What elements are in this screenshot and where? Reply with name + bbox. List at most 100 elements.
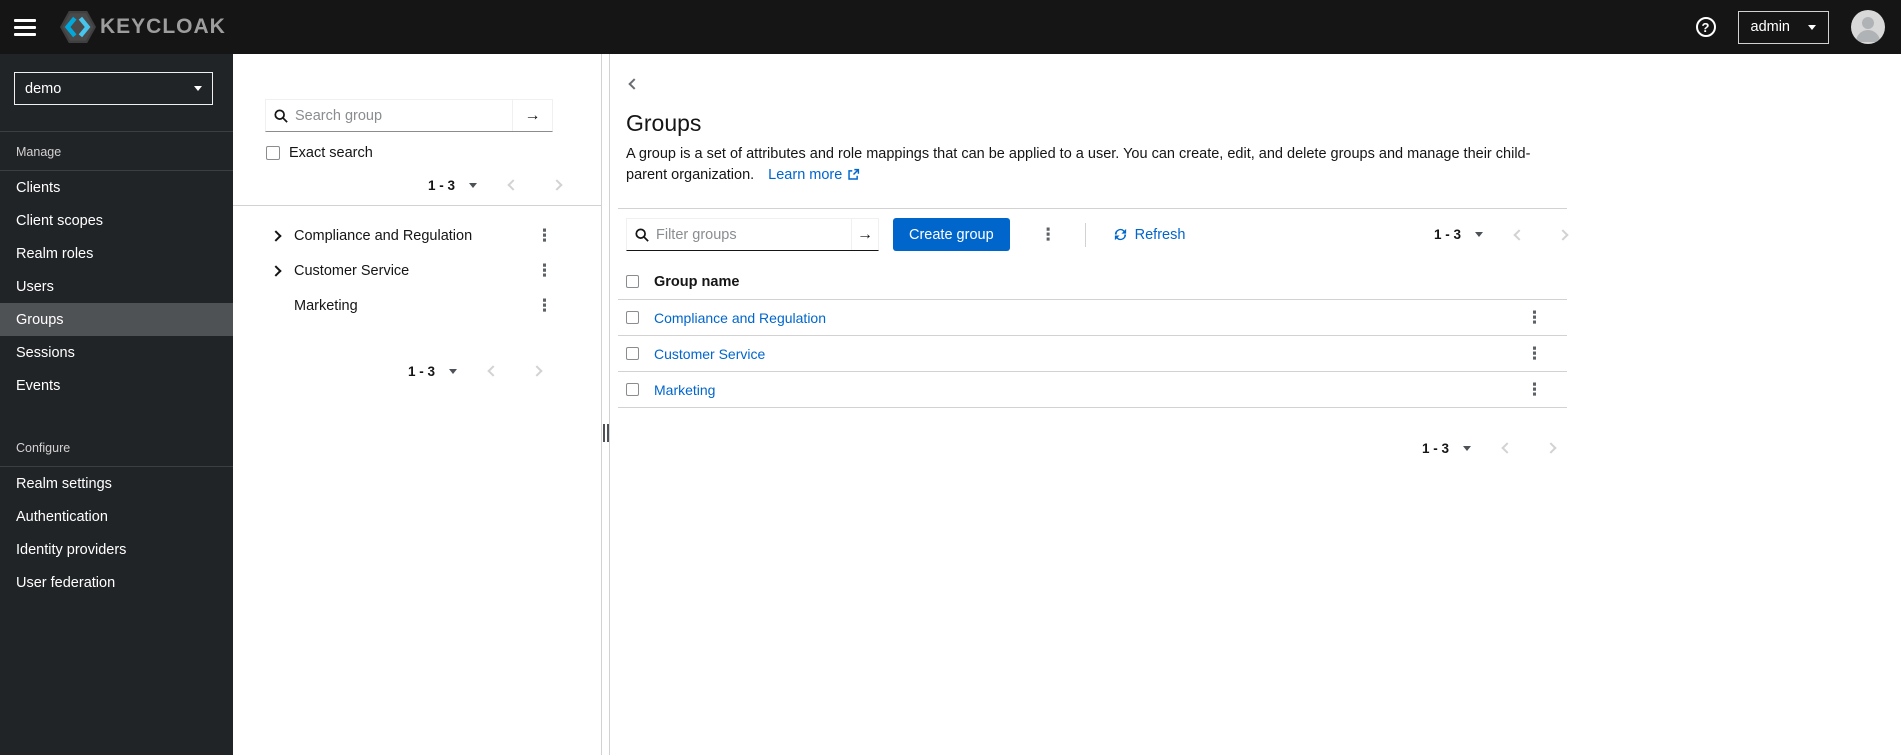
sidebar-item-user-federation[interactable]: User federation <box>0 566 233 599</box>
row-checkbox[interactable] <box>626 311 639 325</box>
sidebar-section-configure: Configure <box>16 441 71 455</box>
refresh-label: Refresh <box>1134 226 1186 243</box>
pagination-next-icon[interactable] <box>1557 228 1569 241</box>
groups-main-panel: Groups A group is a set of attributes an… <box>610 54 1901 755</box>
expand-chevron-icon[interactable] <box>270 264 282 277</box>
table-header-row: Group name <box>618 264 1567 301</box>
kebab-menu-icon[interactable]: ⋮ <box>532 260 557 281</box>
pagination-range: 1 - 3 <box>1433 227 1461 243</box>
tree-panel-divider <box>233 205 601 206</box>
groups-table: Group name Compliance and Regulation ⋮ C… <box>618 264 1567 409</box>
toolbar-kebab-icon[interactable]: ⋮ <box>1036 224 1061 245</box>
header-divider <box>618 208 1567 210</box>
nav-toggle-hamburger-icon[interactable] <box>14 18 36 36</box>
tree-bottom-pagination: 1 - 3 <box>233 359 543 383</box>
create-group-button[interactable]: Create group <box>893 218 1010 252</box>
pagination-caret-icon[interactable] <box>1475 232 1483 238</box>
pagination-next-icon[interactable] <box>531 365 543 377</box>
toolbar-divider <box>1084 222 1086 247</box>
collapse-drawer-button[interactable] <box>626 72 642 96</box>
row-kebab-icon[interactable]: ⋮ <box>1522 343 1547 364</box>
refresh-icon <box>1114 228 1126 241</box>
group-search-submit-button[interactable]: → <box>512 100 552 131</box>
tree-item-customer-service[interactable]: Customer Service ⋮ <box>233 253 601 288</box>
realm-selector[interactable]: demo <box>14 72 213 105</box>
sidebar-item-identity-providers[interactable]: Identity providers <box>0 533 233 566</box>
sidebar-item-authentication[interactable]: Authentication <box>0 500 233 533</box>
tree-item-compliance-and-regulation[interactable]: Compliance and Regulation ⋮ <box>233 218 601 253</box>
learn-more-link[interactable]: Learn more <box>768 167 860 183</box>
filter-groups-submit-button[interactable]: → <box>851 219 878 251</box>
brand-text: KEYCLOAK <box>100 15 226 38</box>
sidebar: demo Manage Clients Client scopes Realm … <box>0 54 233 755</box>
sidebar-item-realm-settings[interactable]: Realm settings <box>0 467 233 500</box>
realm-selector-value: demo <box>25 80 62 97</box>
arrow-right-icon: → <box>524 106 541 124</box>
expand-chevron-icon[interactable] <box>270 229 282 242</box>
resize-grip-icon <box>602 424 609 442</box>
group-search-input[interactable] <box>295 107 504 124</box>
sidebar-item-users[interactable]: Users <box>0 270 233 303</box>
table-bottom-pagination: 1 - 3 <box>618 436 1557 460</box>
table-row: Compliance and Regulation ⋮ <box>618 300 1567 337</box>
pagination-next-icon[interactable] <box>1545 442 1557 454</box>
user-menu-dropdown[interactable]: admin <box>1737 10 1829 44</box>
avatar[interactable] <box>1851 10 1885 44</box>
pagination-prev-icon[interactable] <box>1513 228 1525 241</box>
sidebar-item-events[interactable]: Events <box>0 369 233 402</box>
group-link-compliance-and-regulation[interactable]: Compliance and Regulation <box>654 310 826 326</box>
sidebar-item-client-scopes[interactable]: Client scopes <box>0 204 233 237</box>
exact-search-checkbox[interactable] <box>266 146 280 160</box>
filter-groups-group: → <box>626 218 879 252</box>
pagination-prev-icon[interactable] <box>507 179 519 191</box>
refresh-button[interactable]: Refresh <box>1113 226 1186 243</box>
sidebar-section-manage: Manage <box>16 145 62 159</box>
caret-down-icon <box>1808 24 1816 30</box>
arrow-right-icon: → <box>857 225 873 243</box>
groups-toolbar: → Create group ⋮ Refresh 1 - 3 <box>618 218 1569 252</box>
keycloak-logo: KEYCLOAK <box>58 7 226 47</box>
pagination-prev-icon[interactable] <box>1501 442 1513 454</box>
keycloak-hexagon-icon <box>60 11 96 43</box>
select-all-checkbox[interactable] <box>626 275 639 289</box>
sidebar-item-groups[interactable]: Groups <box>0 303 233 336</box>
sidebar-item-clients[interactable]: Clients <box>0 171 233 204</box>
tree-item-label[interactable]: Marketing <box>294 298 358 314</box>
help-icon[interactable]: ? <box>1695 17 1716 37</box>
row-kebab-icon[interactable]: ⋮ <box>1522 379 1547 400</box>
sidebar-item-sessions[interactable]: Sessions <box>0 336 233 369</box>
table-row: Customer Service ⋮ <box>618 336 1567 373</box>
pagination-caret-icon[interactable] <box>469 182 477 188</box>
caret-down-icon <box>194 86 202 91</box>
tree-item-label[interactable]: Customer Service <box>294 263 409 279</box>
masthead: KEYCLOAK ? admin <box>0 0 1901 54</box>
row-kebab-icon[interactable]: ⋮ <box>1522 307 1547 328</box>
external-link-icon <box>848 168 860 180</box>
search-icon <box>274 108 288 123</box>
pagination-caret-icon[interactable] <box>1463 445 1471 451</box>
pagination-range: 1 - 3 <box>1421 440 1449 456</box>
group-link-customer-service[interactable]: Customer Service <box>654 346 765 362</box>
filter-groups-input[interactable] <box>656 226 843 243</box>
kebab-menu-icon[interactable]: ⋮ <box>532 295 557 316</box>
pagination-caret-icon[interactable] <box>449 368 457 374</box>
pagination-next-icon[interactable] <box>551 179 563 191</box>
tree-item-marketing[interactable]: Marketing ⋮ <box>233 288 601 323</box>
pagination-prev-icon[interactable] <box>487 365 499 377</box>
search-icon <box>635 227 649 242</box>
kebab-menu-icon[interactable]: ⋮ <box>532 225 557 246</box>
sidebar-item-realm-roles[interactable]: Realm roles <box>0 237 233 270</box>
tree-top-pagination: 1 - 3 <box>233 173 563 197</box>
panel-resize-splitter[interactable] <box>601 54 610 755</box>
row-checkbox[interactable] <box>626 347 639 361</box>
chevron-left-icon <box>628 78 640 90</box>
user-menu-label: admin <box>1750 19 1791 35</box>
page-description: A group is a set of attributes and role … <box>626 146 1531 184</box>
row-checkbox[interactable] <box>626 383 639 397</box>
pagination-range: 1 - 3 <box>427 177 455 193</box>
tree-item-label[interactable]: Compliance and Regulation <box>294 228 472 244</box>
exact-search-label: Exact search <box>289 145 373 161</box>
person-icon <box>1856 17 1880 42</box>
table-row: Marketing ⋮ <box>618 372 1567 409</box>
group-link-marketing[interactable]: Marketing <box>654 382 715 398</box>
